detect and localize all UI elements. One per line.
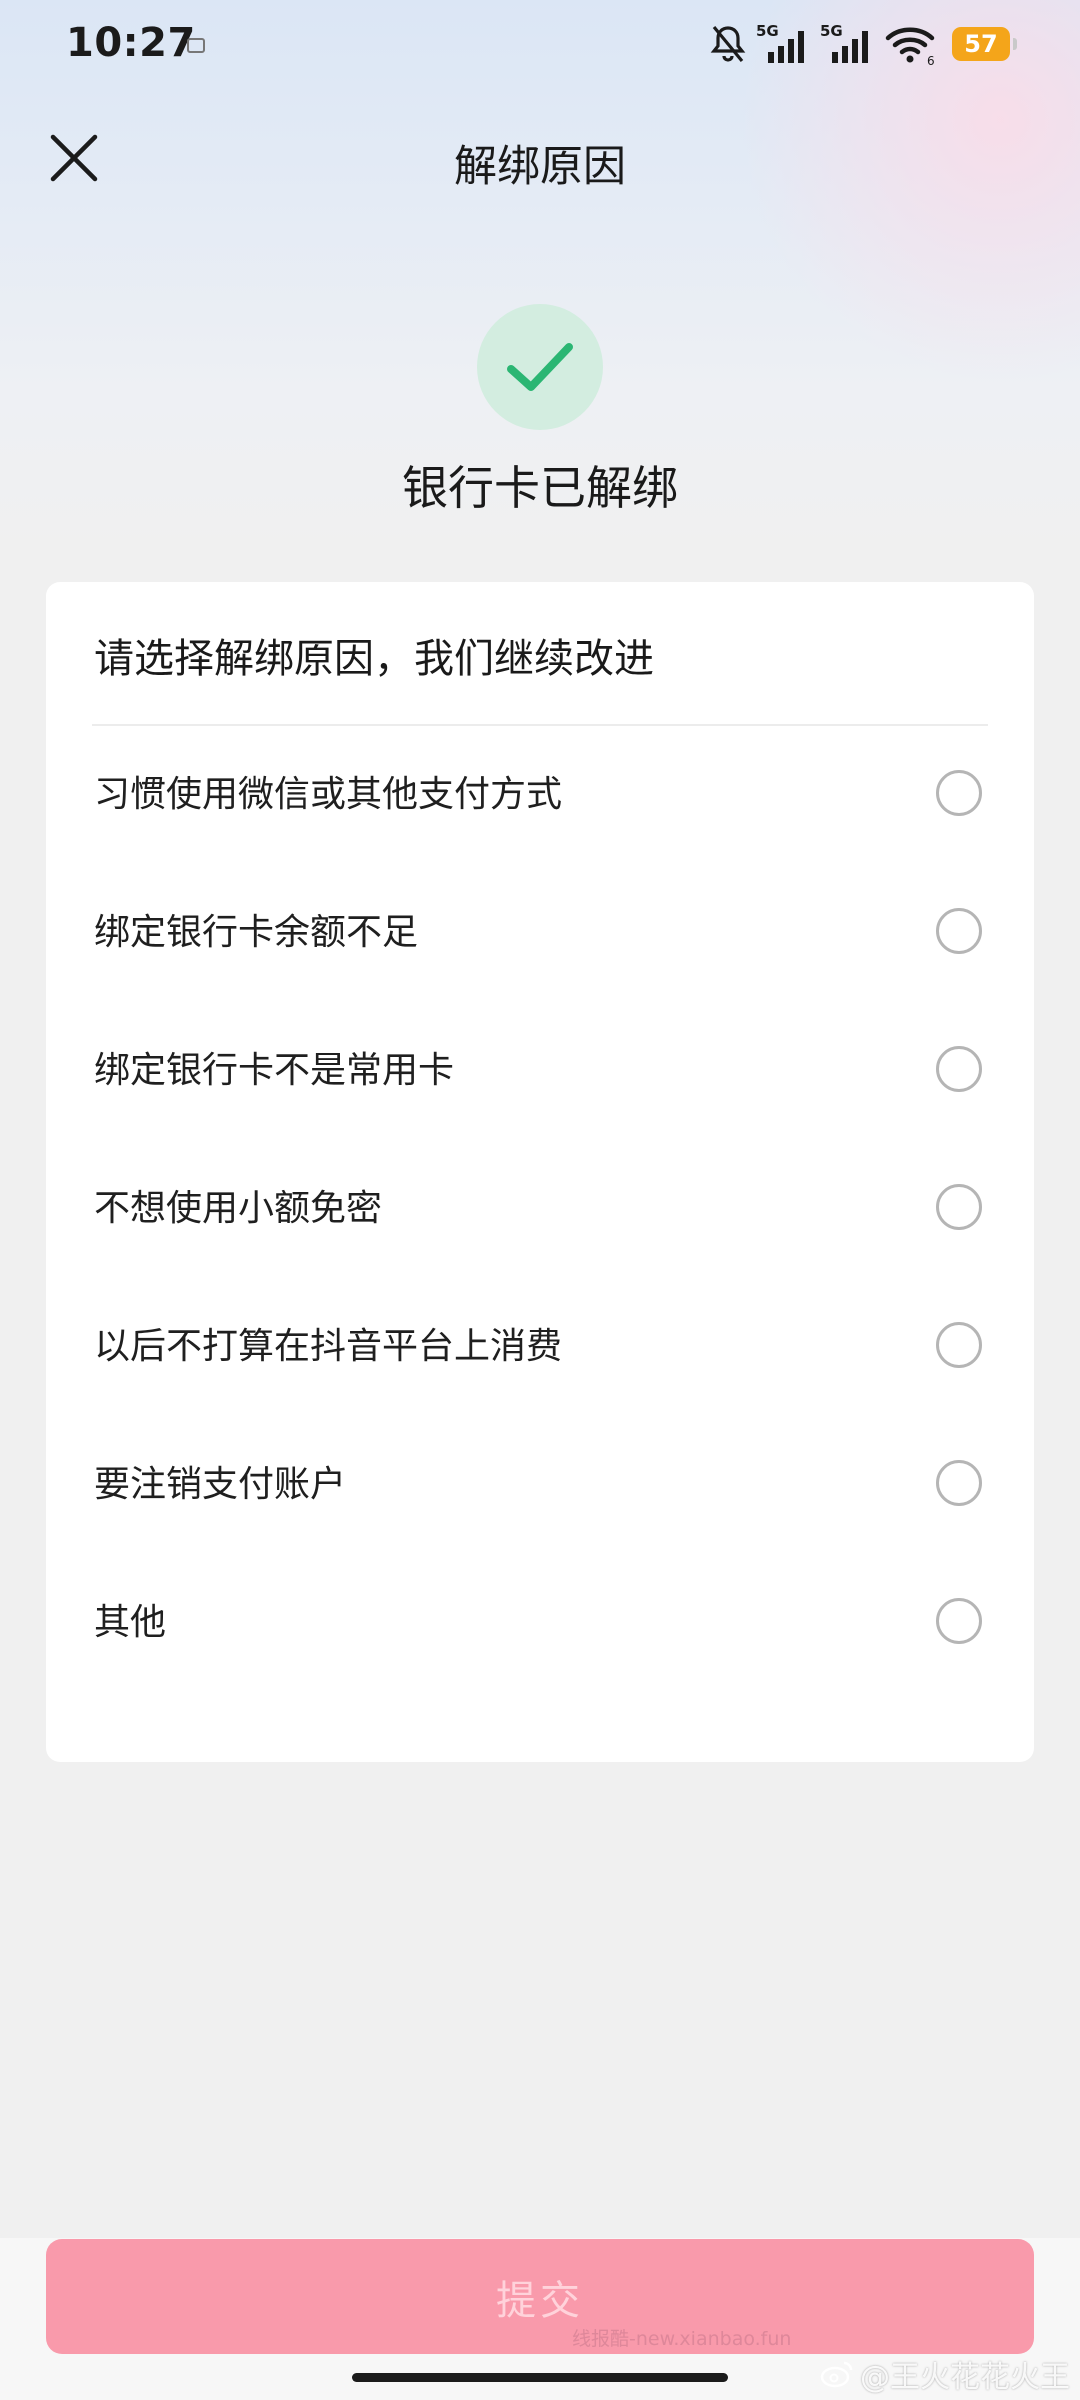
reason-option[interactable]: 绑定银行卡不是常用卡: [46, 1002, 1034, 1140]
reason-label: 其他: [94, 1602, 167, 1643]
reason-label: 要注销支付账户: [94, 1464, 347, 1505]
reason-option[interactable]: 其他: [46, 1554, 1034, 1692]
status-icons: 5G 5G 6 57: [710, 22, 1017, 66]
status-bar: 10:27 5G 5G 6 57: [0, 0, 1080, 92]
reason-option[interactable]: 以后不打算在抖音平台上消费: [46, 1278, 1034, 1416]
weibo-icon: [820, 2361, 853, 2388]
status-time: 10:27: [66, 20, 196, 66]
submit-button[interactable]: 提交: [46, 2239, 1034, 2354]
home-indicator[interactable]: [352, 2373, 728, 2382]
radio-button[interactable]: [936, 1184, 982, 1230]
check-icon: [507, 343, 573, 391]
radio-button[interactable]: [936, 770, 982, 816]
bell-muted-icon: [710, 25, 746, 63]
watermark-user-label: @王火花花火王: [860, 2360, 1070, 2395]
reason-label: 绑定银行卡不是常用卡: [94, 1050, 455, 1091]
radio-button[interactable]: [936, 1046, 982, 1092]
reason-option[interactable]: 习惯使用微信或其他支付方式: [46, 726, 1034, 864]
page-title: 解绑原因: [454, 142, 626, 192]
network-type-1: 5G: [756, 22, 779, 40]
reason-label: 以后不打算在抖音平台上消费: [94, 1326, 563, 1367]
wifi-icon: 6: [885, 27, 935, 66]
reason-list: 习惯使用微信或其他支付方式 绑定银行卡余额不足 绑定银行卡不是常用卡 不想使用小…: [46, 726, 1034, 1692]
success-message: 银行卡已解绑: [402, 461, 678, 515]
watermark-user: @王火花花火王: [820, 2352, 1070, 2396]
signal-icon-2: 5G: [820, 22, 868, 63]
reason-label: 不想使用小额免密: [94, 1188, 383, 1229]
radio-button[interactable]: [936, 908, 982, 954]
reason-label: 绑定银行卡余额不足: [94, 912, 419, 953]
wifi-sub-label: 6: [927, 54, 935, 66]
message-icon: [187, 38, 205, 53]
reason-option[interactable]: 要注销支付账户: [46, 1416, 1034, 1554]
radio-button[interactable]: [936, 1598, 982, 1644]
reason-label: 习惯使用微信或其他支付方式: [94, 774, 563, 815]
success-badge: [477, 304, 603, 430]
reason-option[interactable]: 不想使用小额免密: [46, 1140, 1034, 1278]
watermark-site: 线报酷-new.xianbao.fun: [572, 2328, 792, 2350]
reason-card: 请选择解绑原因，我们继续改进 习惯使用微信或其他支付方式 绑定银行卡余额不足 绑…: [46, 582, 1034, 1762]
battery-icon: 57: [952, 27, 1017, 61]
radio-button[interactable]: [936, 1322, 982, 1368]
battery-level: 57: [964, 30, 998, 58]
reason-option[interactable]: 绑定银行卡余额不足: [46, 864, 1034, 1002]
signal-icon: 5G: [756, 22, 804, 63]
radio-button[interactable]: [936, 1460, 982, 1506]
reason-prompt: 请选择解绑原因，我们继续改进: [94, 636, 654, 682]
network-type-2: 5G: [820, 22, 843, 40]
